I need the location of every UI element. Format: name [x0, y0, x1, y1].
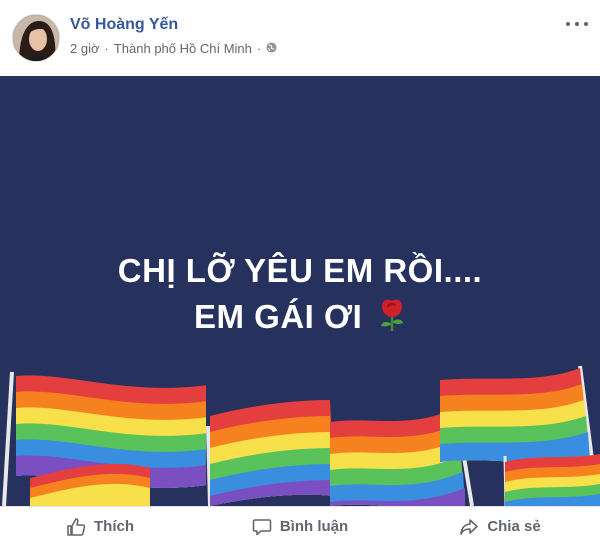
- post-location[interactable]: Thành phố Hồ Chí Minh: [114, 41, 252, 56]
- share-label: Chia sẻ: [487, 518, 541, 535]
- more-options-icon[interactable]: [566, 16, 588, 32]
- comment-icon: [252, 517, 272, 537]
- comment-label: Bình luận: [279, 518, 349, 535]
- comment-button[interactable]: Bình luận: [200, 507, 400, 546]
- post-header: Võ Hoàng Yến 2 giờ · Thành phố Hồ Chí Mi…: [0, 0, 600, 76]
- share-button[interactable]: Chia sẻ: [400, 507, 600, 546]
- like-button[interactable]: Thích: [0, 507, 200, 546]
- avatar[interactable]: [12, 14, 60, 62]
- rose-icon: [378, 298, 406, 344]
- globe-icon[interactable]: [266, 41, 277, 56]
- post-image[interactable]: CHỊ LỠ YÊU EM RỒI.... EM GÁI ƠI: [0, 76, 600, 506]
- post-time[interactable]: 2 giờ: [70, 41, 100, 56]
- author-name[interactable]: Võ Hoàng Yến: [70, 16, 178, 34]
- share-icon: [459, 517, 479, 537]
- thumbs-up-icon: [66, 517, 86, 537]
- like-label: Thích: [94, 518, 134, 535]
- post-actions-bar: Thích Bình luận Chia sẻ: [0, 506, 600, 546]
- meta-separator-2: ·: [256, 41, 262, 56]
- caption-line-2-wrap: EM GÁI ƠI: [0, 294, 600, 344]
- caption-line-2: EM GÁI ƠI: [194, 298, 363, 335]
- image-caption: CHỊ LỠ YÊU EM RỒI.... EM GÁI ƠI: [0, 248, 600, 344]
- meta-separator: ·: [104, 41, 109, 56]
- caption-line-1: CHỊ LỠ YÊU EM RỒI....: [117, 252, 483, 289]
- post-meta: 2 giờ · Thành phố Hồ Chí Minh ·: [70, 41, 277, 56]
- facebook-post: Võ Hoàng Yến 2 giờ · Thành phố Hồ Chí Mi…: [0, 0, 600, 546]
